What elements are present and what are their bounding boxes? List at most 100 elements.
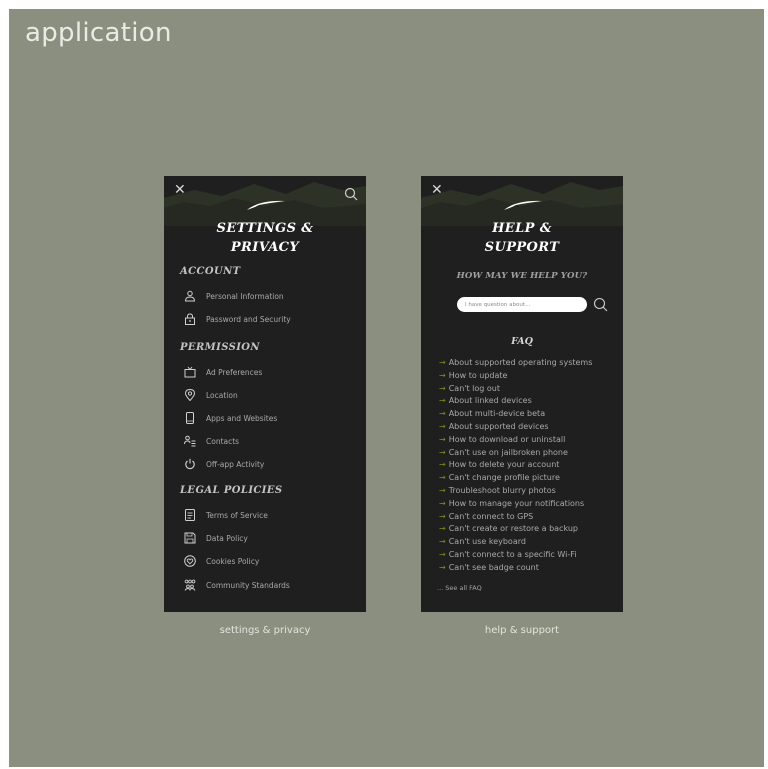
faq-item[interactable]: → Can't use keyboard bbox=[439, 536, 623, 549]
faq-item-label: Can't connect to GPS bbox=[448, 511, 534, 521]
faq-item[interactable]: → Can't create or restore a backup bbox=[439, 523, 623, 536]
menu-label: Off-app Activity bbox=[206, 459, 265, 469]
faq-title: FAQ bbox=[511, 336, 533, 347]
arrow-right-icon: → bbox=[439, 537, 446, 547]
canvas-frame: application ✕ SETTINGS & PRIVACY ACCOUNT… bbox=[9, 9, 764, 767]
tv-icon bbox=[184, 366, 196, 378]
menu-label: Terms of Service bbox=[206, 510, 268, 520]
faq-item[interactable]: → Troubleshoot blurry photos bbox=[439, 485, 623, 498]
faq-item-label: Can't see badge count bbox=[448, 562, 539, 572]
faq-item[interactable]: → How to delete your account bbox=[439, 459, 623, 472]
menu-item-off-app-activity[interactable]: Off-app Activity bbox=[184, 456, 264, 472]
settings-privacy-screen: ✕ SETTINGS & PRIVACY ACCOUNT Personal In… bbox=[164, 176, 366, 612]
help-search-input[interactable] bbox=[457, 297, 587, 312]
menu-label: Ad Preferences bbox=[206, 367, 263, 377]
faq-item-label: How to update bbox=[448, 370, 508, 380]
faq-item-label: Can't use on jailbroken phone bbox=[448, 447, 568, 457]
caption-settings-privacy: settings & privacy bbox=[219, 625, 311, 636]
arrow-right-icon: → bbox=[439, 409, 446, 419]
faq-item[interactable]: → Can't use on jailbroken phone bbox=[439, 447, 623, 460]
feather-logo bbox=[247, 200, 285, 210]
close-icon[interactable]: ✕ bbox=[431, 183, 445, 197]
power-icon bbox=[185, 458, 195, 470]
menu-item-personal-information[interactable]: Personal Information bbox=[184, 288, 284, 304]
faq-item-label: About supported operating systems bbox=[448, 358, 593, 367]
section-heading-permission: PERMISSION bbox=[180, 342, 260, 353]
search-icon[interactable] bbox=[344, 187, 358, 201]
menu-label: Cookies Policy bbox=[206, 556, 260, 566]
menu-label: Location bbox=[206, 390, 238, 400]
settings-title-line1: SETTINGS & bbox=[216, 221, 314, 236]
feather-logo bbox=[504, 200, 542, 210]
location-pin-icon bbox=[184, 389, 196, 401]
faq-item[interactable]: → Can't log out bbox=[439, 383, 623, 396]
faq-item-label: How to download or uninstall bbox=[448, 434, 566, 444]
document-icon bbox=[185, 509, 195, 521]
page-title: application bbox=[25, 18, 172, 48]
menu-item-apps-websites[interactable]: Apps and Websites bbox=[184, 410, 277, 426]
person-icon bbox=[184, 290, 196, 302]
settings-title-line2: PRIVACY bbox=[230, 240, 300, 255]
arrow-right-icon: → bbox=[439, 498, 446, 508]
faq-item[interactable]: → How to manage your notifications bbox=[439, 498, 623, 511]
help-title-line2: SUPPORT bbox=[484, 240, 560, 255]
section-heading-legal-policies: LEGAL POLICIES bbox=[180, 485, 283, 496]
arrow-right-icon: → bbox=[439, 549, 446, 559]
search-icon[interactable] bbox=[593, 297, 608, 312]
faq-item-label: Can't change profile picture bbox=[448, 473, 560, 483]
lock-icon bbox=[185, 313, 195, 325]
faq-item[interactable]: → Can't change profile picture bbox=[439, 472, 623, 485]
menu-item-location[interactable]: Location bbox=[184, 387, 238, 403]
faq-item[interactable]: → How to download or uninstall bbox=[439, 434, 623, 447]
arrow-right-icon: → bbox=[439, 383, 446, 393]
help-support-screen: ✕ HELP & SUPPORT HOW MAY WE HELP YOU? FA… bbox=[421, 176, 623, 612]
faq-item[interactable]: → Can't connect to a specific Wi-Fi bbox=[439, 549, 623, 562]
contacts-icon bbox=[184, 435, 196, 447]
arrow-right-icon: → bbox=[439, 447, 446, 457]
section-heading-account: ACCOUNT bbox=[180, 266, 241, 277]
arrow-right-icon: → bbox=[439, 434, 446, 444]
caption-help-support: help & support bbox=[484, 625, 560, 636]
faq-item[interactable]: → How to update bbox=[439, 370, 623, 383]
arrow-right-icon: → bbox=[439, 460, 446, 470]
menu-item-terms-of-service[interactable]: Terms of Service bbox=[184, 507, 268, 523]
faq-item-label: Troubleshoot blurry photos bbox=[448, 485, 556, 495]
arrow-right-icon: → bbox=[439, 562, 446, 572]
close-icon[interactable]: ✕ bbox=[174, 183, 188, 197]
arrow-right-icon: → bbox=[439, 358, 446, 367]
menu-item-password-security[interactable]: Password and Security bbox=[184, 311, 291, 327]
cookie-heart-icon bbox=[184, 555, 196, 567]
faq-item[interactable]: → About supported operating systems bbox=[439, 357, 623, 370]
menu-label: Data Policy bbox=[206, 533, 248, 543]
menu-item-community-standards[interactable]: Community Standards bbox=[184, 577, 290, 593]
menu-label: Apps and Websites bbox=[206, 413, 278, 423]
menu-label: Password and Security bbox=[206, 314, 291, 324]
faq-item[interactable]: → Can't see badge count bbox=[439, 562, 623, 575]
faq-item[interactable]: → About supported devices bbox=[439, 421, 623, 434]
arrow-right-icon: → bbox=[439, 524, 446, 534]
floppy-disk-icon bbox=[184, 532, 196, 544]
menu-item-contacts[interactable]: Contacts bbox=[184, 433, 239, 449]
faq-item[interactable]: → About linked devices bbox=[439, 395, 623, 408]
community-icon bbox=[184, 579, 196, 591]
faq-item-label: About multi-device beta bbox=[448, 409, 546, 419]
menu-label: Personal Information bbox=[206, 291, 284, 301]
phone-icon bbox=[186, 412, 194, 424]
arrow-right-icon: → bbox=[439, 511, 446, 521]
arrow-right-icon: → bbox=[439, 396, 446, 406]
faq-item-label: Can't use keyboard bbox=[448, 537, 526, 547]
arrow-right-icon: → bbox=[439, 473, 446, 483]
faq-item[interactable]: → Can't connect to GPS bbox=[439, 511, 623, 524]
menu-item-data-policy[interactable]: Data Policy bbox=[184, 530, 248, 546]
faq-item[interactable]: → About multi-device beta bbox=[439, 408, 623, 421]
faq-item-label: Can't create or restore a backup bbox=[448, 524, 578, 534]
menu-item-cookies-policy[interactable]: Cookies Policy bbox=[184, 553, 259, 569]
faq-item-label: Can't connect to a specific Wi-Fi bbox=[448, 549, 577, 559]
arrow-right-icon: → bbox=[439, 370, 446, 380]
faq-item-label: About supported devices bbox=[448, 421, 549, 431]
arrow-right-icon: → bbox=[439, 421, 446, 431]
see-all-faq-link[interactable]: ... See all FAQ bbox=[437, 584, 482, 592]
menu-item-ad-preferences[interactable]: Ad Preferences bbox=[184, 364, 262, 380]
menu-label: Contacts bbox=[206, 436, 240, 446]
menu-label: Community Standards bbox=[206, 580, 290, 590]
